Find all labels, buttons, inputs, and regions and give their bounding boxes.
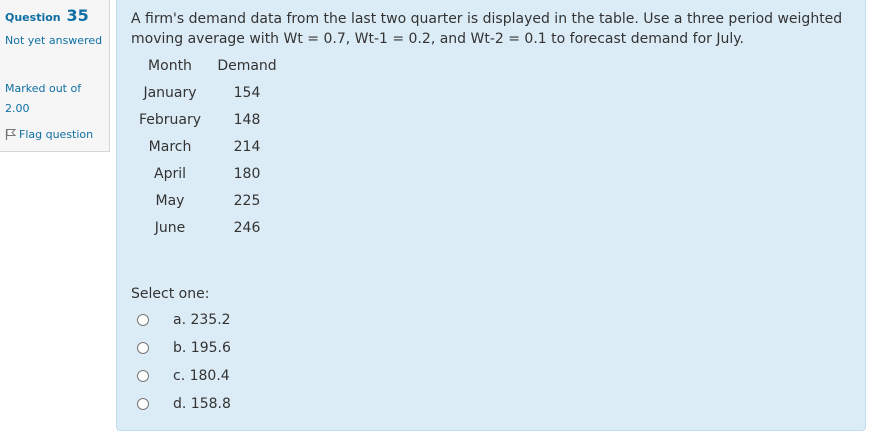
- question-info-panel: Question 35 Not yet answered Marked out …: [0, 0, 110, 152]
- table-row: March 214: [131, 133, 285, 160]
- table-row: February 148: [131, 106, 285, 133]
- radio-button[interactable]: [137, 370, 149, 382]
- answer-option-label[interactable]: b. 195.6: [173, 338, 231, 358]
- table-header-row: Month Demand: [131, 52, 285, 79]
- month-cell: February: [138, 111, 202, 128]
- demand-cell: 214: [233, 138, 261, 155]
- header-month: Month: [148, 57, 192, 74]
- answer-option-label[interactable]: d. 158.8: [173, 394, 231, 414]
- month-cell: January: [143, 84, 197, 101]
- demand-cell: 154: [233, 84, 261, 101]
- month-cell: June: [154, 219, 186, 236]
- question-number-heading: Question 35: [5, 6, 89, 25]
- demand-cell: 225: [233, 192, 261, 209]
- question-state: Not yet answered: [5, 34, 103, 47]
- table-row: June 246: [131, 214, 285, 241]
- table-row: May 225: [131, 187, 285, 214]
- radio-button[interactable]: [137, 314, 149, 326]
- answer-option-label[interactable]: a. 235.2: [173, 310, 231, 330]
- month-cell: May: [155, 192, 185, 209]
- select-one-prompt: Select one:: [131, 286, 210, 302]
- flag-question-label: Flag question: [19, 128, 94, 141]
- radio-button[interactable]: [137, 342, 149, 354]
- radio-button[interactable]: [137, 398, 149, 410]
- header-demand: Demand: [217, 57, 277, 74]
- demand-cell: 180: [233, 165, 261, 182]
- flag-question-button[interactable]: Flag question: [5, 128, 93, 141]
- demand-cell: 148: [233, 111, 261, 128]
- flag-icon: [5, 129, 17, 140]
- table-row: January 154: [131, 79, 285, 106]
- month-cell: April: [154, 165, 186, 182]
- question-grade: Marked out of 2.00: [5, 82, 82, 115]
- demand-table: Month Demand January 154 February 148 Ma…: [131, 52, 285, 241]
- question-text: A firm's demand data from the last two q…: [131, 11, 843, 47]
- question-content-panel: A firm's demand data from the last two q…: [116, 0, 866, 431]
- month-cell: March: [148, 138, 192, 155]
- answer-option-label[interactable]: c. 180.4: [173, 366, 230, 386]
- question-number: 35: [66, 6, 89, 25]
- table-row: April 180: [131, 160, 285, 187]
- question-label: Question: [5, 11, 61, 24]
- demand-cell: 246: [233, 219, 261, 236]
